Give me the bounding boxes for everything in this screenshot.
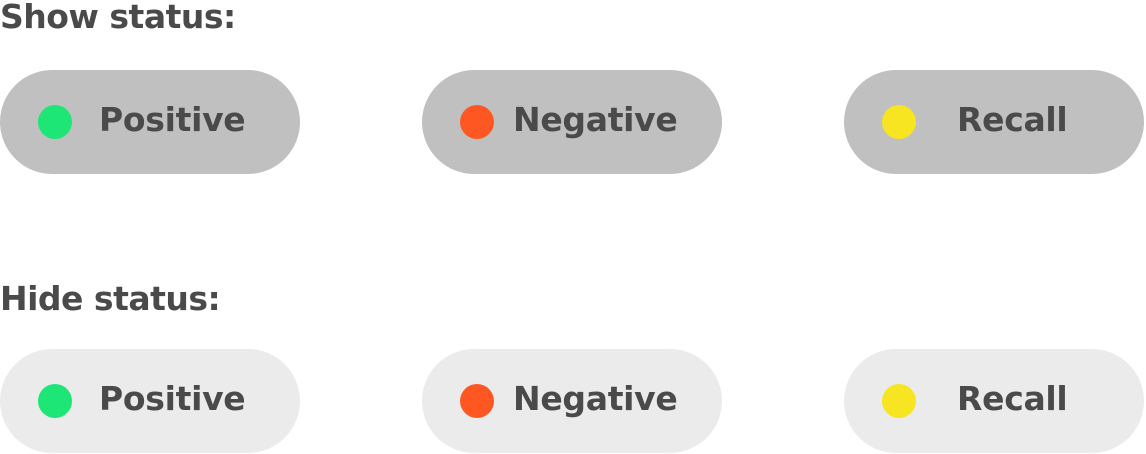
positive-status-dot-icon bbox=[38, 384, 72, 418]
show-negative-toggle[interactable]: Negative bbox=[422, 70, 722, 174]
show-status-heading: Show status: bbox=[0, 0, 236, 36]
hide-status-heading: Hide status: bbox=[0, 279, 221, 318]
negative-status-dot-icon bbox=[460, 384, 494, 418]
hide-negative-toggle[interactable]: Negative bbox=[422, 349, 722, 453]
recall-status-dot-icon bbox=[882, 384, 916, 418]
show-status-row: Positive Negative Recall bbox=[0, 70, 1146, 174]
show-recall-toggle[interactable]: Recall bbox=[844, 70, 1144, 174]
show-positive-toggle[interactable]: Positive bbox=[0, 70, 300, 174]
hide-negative-label: Negative bbox=[513, 379, 678, 418]
show-recall-label: Recall bbox=[957, 100, 1068, 139]
hide-recall-label: Recall bbox=[957, 379, 1068, 418]
hide-positive-label: Positive bbox=[99, 379, 246, 418]
show-positive-label: Positive bbox=[99, 100, 246, 139]
hide-status-row: Positive Negative Recall bbox=[0, 349, 1146, 453]
show-negative-label: Negative bbox=[513, 100, 678, 139]
positive-status-dot-icon bbox=[38, 105, 72, 139]
recall-status-dot-icon bbox=[882, 105, 916, 139]
hide-recall-toggle[interactable]: Recall bbox=[844, 349, 1144, 453]
negative-status-dot-icon bbox=[460, 105, 494, 139]
hide-positive-toggle[interactable]: Positive bbox=[0, 349, 300, 453]
